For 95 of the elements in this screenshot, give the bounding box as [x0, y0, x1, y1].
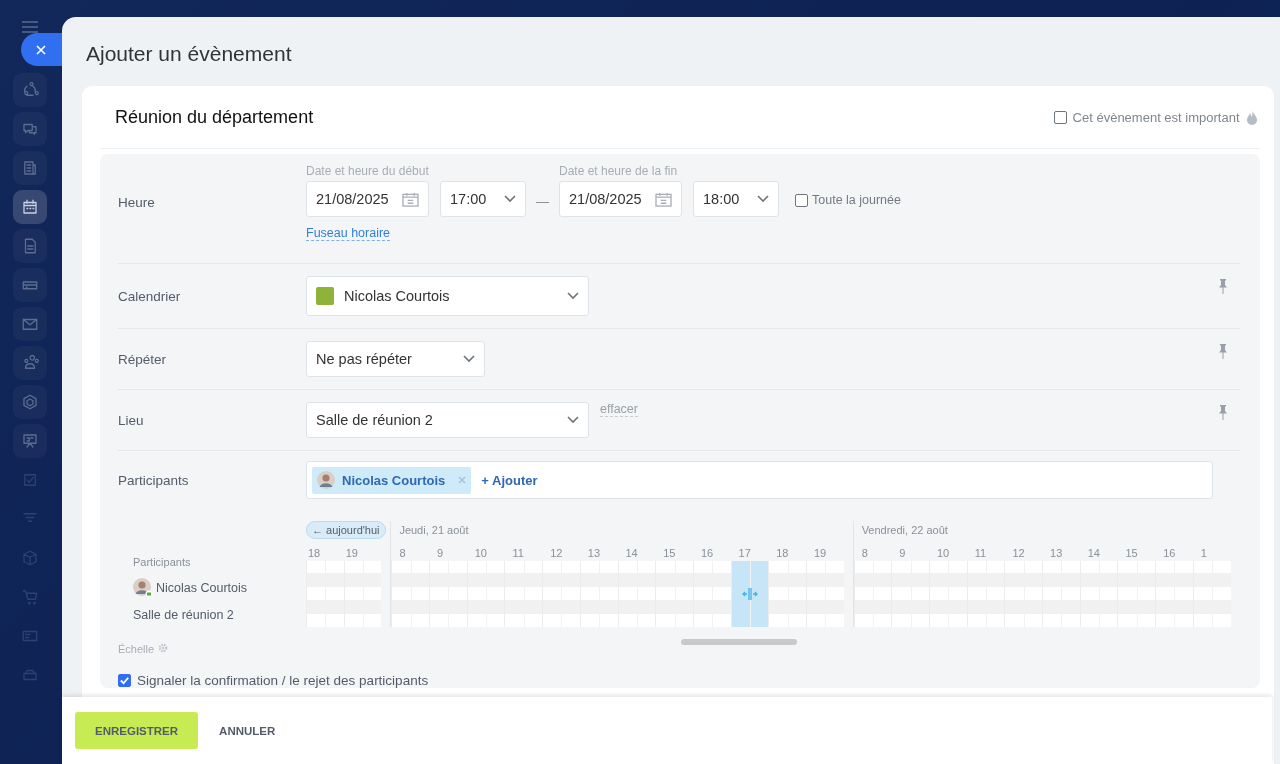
hexagon-icon [21, 393, 39, 411]
location-label: Lieu [118, 412, 145, 428]
hour-label: 13 [586, 546, 602, 561]
gear-icon[interactable] [158, 643, 169, 653]
hour-label: 16 [1162, 546, 1177, 561]
pin-icon[interactable] [1217, 278, 1228, 294]
chevron-down-icon [567, 292, 579, 300]
hour-label: 17 [737, 546, 752, 561]
calendar-label: Calendrier [118, 288, 182, 304]
important-checkbox[interactable] [1053, 110, 1067, 124]
end-time-select[interactable]: 18:00 [693, 181, 779, 217]
planner-row-name: Salle de réunion 2 [133, 607, 234, 622]
notify-checkbox[interactable] [118, 674, 131, 687]
calendar-icon[interactable] [655, 191, 672, 207]
hour-label: 15 [1124, 546, 1139, 561]
avatar [133, 577, 153, 598]
close-icon [35, 43, 47, 56]
hour-label: 18 [307, 546, 322, 561]
calendar-icon [21, 198, 39, 216]
selected-slot[interactable] [730, 561, 769, 627]
avatar [317, 471, 335, 489]
end-label: Date et heure de la fin [559, 164, 679, 178]
hour-label: 10 [936, 546, 951, 561]
participant-chip[interactable]: Nicolas Courtois [312, 466, 472, 494]
time-label: Heure [118, 195, 156, 210]
time-slot[interactable] [768, 561, 806, 627]
chevron-down-icon [463, 355, 475, 363]
hour-label: 16 [699, 546, 715, 561]
hour-label: 11 [973, 546, 988, 561]
close-button[interactable] [21, 33, 65, 66]
planner-list-title: Participants [133, 556, 192, 568]
important-label: Cet évènement est important [1072, 109, 1240, 125]
planner-row-name: Nicolas Courtois [156, 580, 247, 595]
hour-label: 1 [1199, 546, 1208, 561]
calendar-select[interactable]: Nicolas Courtois [306, 276, 589, 316]
all-day-label: Toute la journée [812, 193, 901, 207]
checkbox-icon [21, 471, 39, 489]
cube-icon [21, 549, 39, 567]
sidebar-item[interactable] [13, 190, 47, 224]
hour-label: 14 [624, 546, 639, 561]
notify-label: Signaler la confirmation / le rejet des participants [137, 673, 429, 688]
repeat-select[interactable]: Ne pas répéter [306, 341, 485, 377]
hour-label: 10 [473, 546, 488, 561]
day-title: Jeudi, 21 août [399, 524, 469, 536]
hour-label: 8 [398, 546, 407, 561]
flame-icon [1245, 109, 1258, 125]
chevron-down-icon [757, 195, 769, 203]
hour-label: 15 [662, 546, 677, 561]
event-name-field[interactable]: Réunion du département [100, 106, 1054, 128]
scrollbar[interactable] [681, 639, 797, 645]
hour-label: 14 [1086, 546, 1101, 561]
scale-label: Échelle [118, 643, 155, 655]
participants-label: Participants [118, 472, 190, 488]
save-button[interactable]: ENREGISTRER [75, 712, 199, 749]
pin-icon[interactable] [1217, 404, 1228, 420]
location-select[interactable]: Salle de réunion 2 [306, 402, 589, 438]
start-date-field[interactable]: 21/08/2025 [306, 181, 429, 217]
network-icon [21, 81, 39, 99]
repeat-label: Répéter [118, 351, 168, 367]
all-day-checkbox[interactable] [795, 193, 808, 207]
participants-field[interactable]: Nicolas Courtois + Ajouter [306, 461, 1213, 499]
timezone-link[interactable]: Fuseau horaire [306, 226, 391, 241]
add-participant-link[interactable]: + Ajouter [481, 472, 538, 488]
news-icon [21, 159, 39, 177]
start-time-select[interactable]: 17:00 [440, 181, 526, 217]
time-slot[interactable] [391, 561, 430, 627]
board-icon [21, 432, 39, 450]
chevron-down-icon [504, 195, 516, 203]
hour-label: 13 [1049, 546, 1064, 561]
calendar-icon[interactable] [402, 191, 419, 207]
start-label: Date et heure du début [306, 164, 430, 178]
time-slot[interactable] [692, 561, 731, 627]
people-icon [21, 354, 39, 372]
hour-label: 11 [511, 546, 525, 561]
chevron-down-icon [567, 416, 579, 424]
today-button[interactable]: ← aujourd'hui [306, 521, 386, 539]
time-slot[interactable] [853, 561, 892, 627]
hour-label: 18 [775, 546, 790, 561]
hour-label: 12 [549, 546, 564, 561]
day-title: Vendredi, 22 août [861, 524, 948, 536]
end-date-field[interactable]: 21/08/2025 [559, 181, 682, 217]
resize-icon[interactable] [741, 588, 758, 600]
hour-label: 19 [812, 546, 828, 561]
cart-icon [21, 588, 39, 606]
menu-icon[interactable] [22, 21, 38, 33]
hour-label: 12 [1011, 546, 1026, 561]
remove-icon[interactable] [458, 476, 467, 484]
hour-label: 9 [436, 546, 445, 561]
hour-label: 19 [344, 546, 359, 561]
hour-label: 9 [898, 546, 907, 561]
range-separator: — [536, 194, 549, 209]
cancel-button[interactable]: ANNULER [202, 712, 293, 749]
window-title: Ajouter un évènement [85, 41, 293, 67]
hour-label: 8 [860, 546, 869, 561]
pin-icon[interactable] [1217, 343, 1228, 359]
